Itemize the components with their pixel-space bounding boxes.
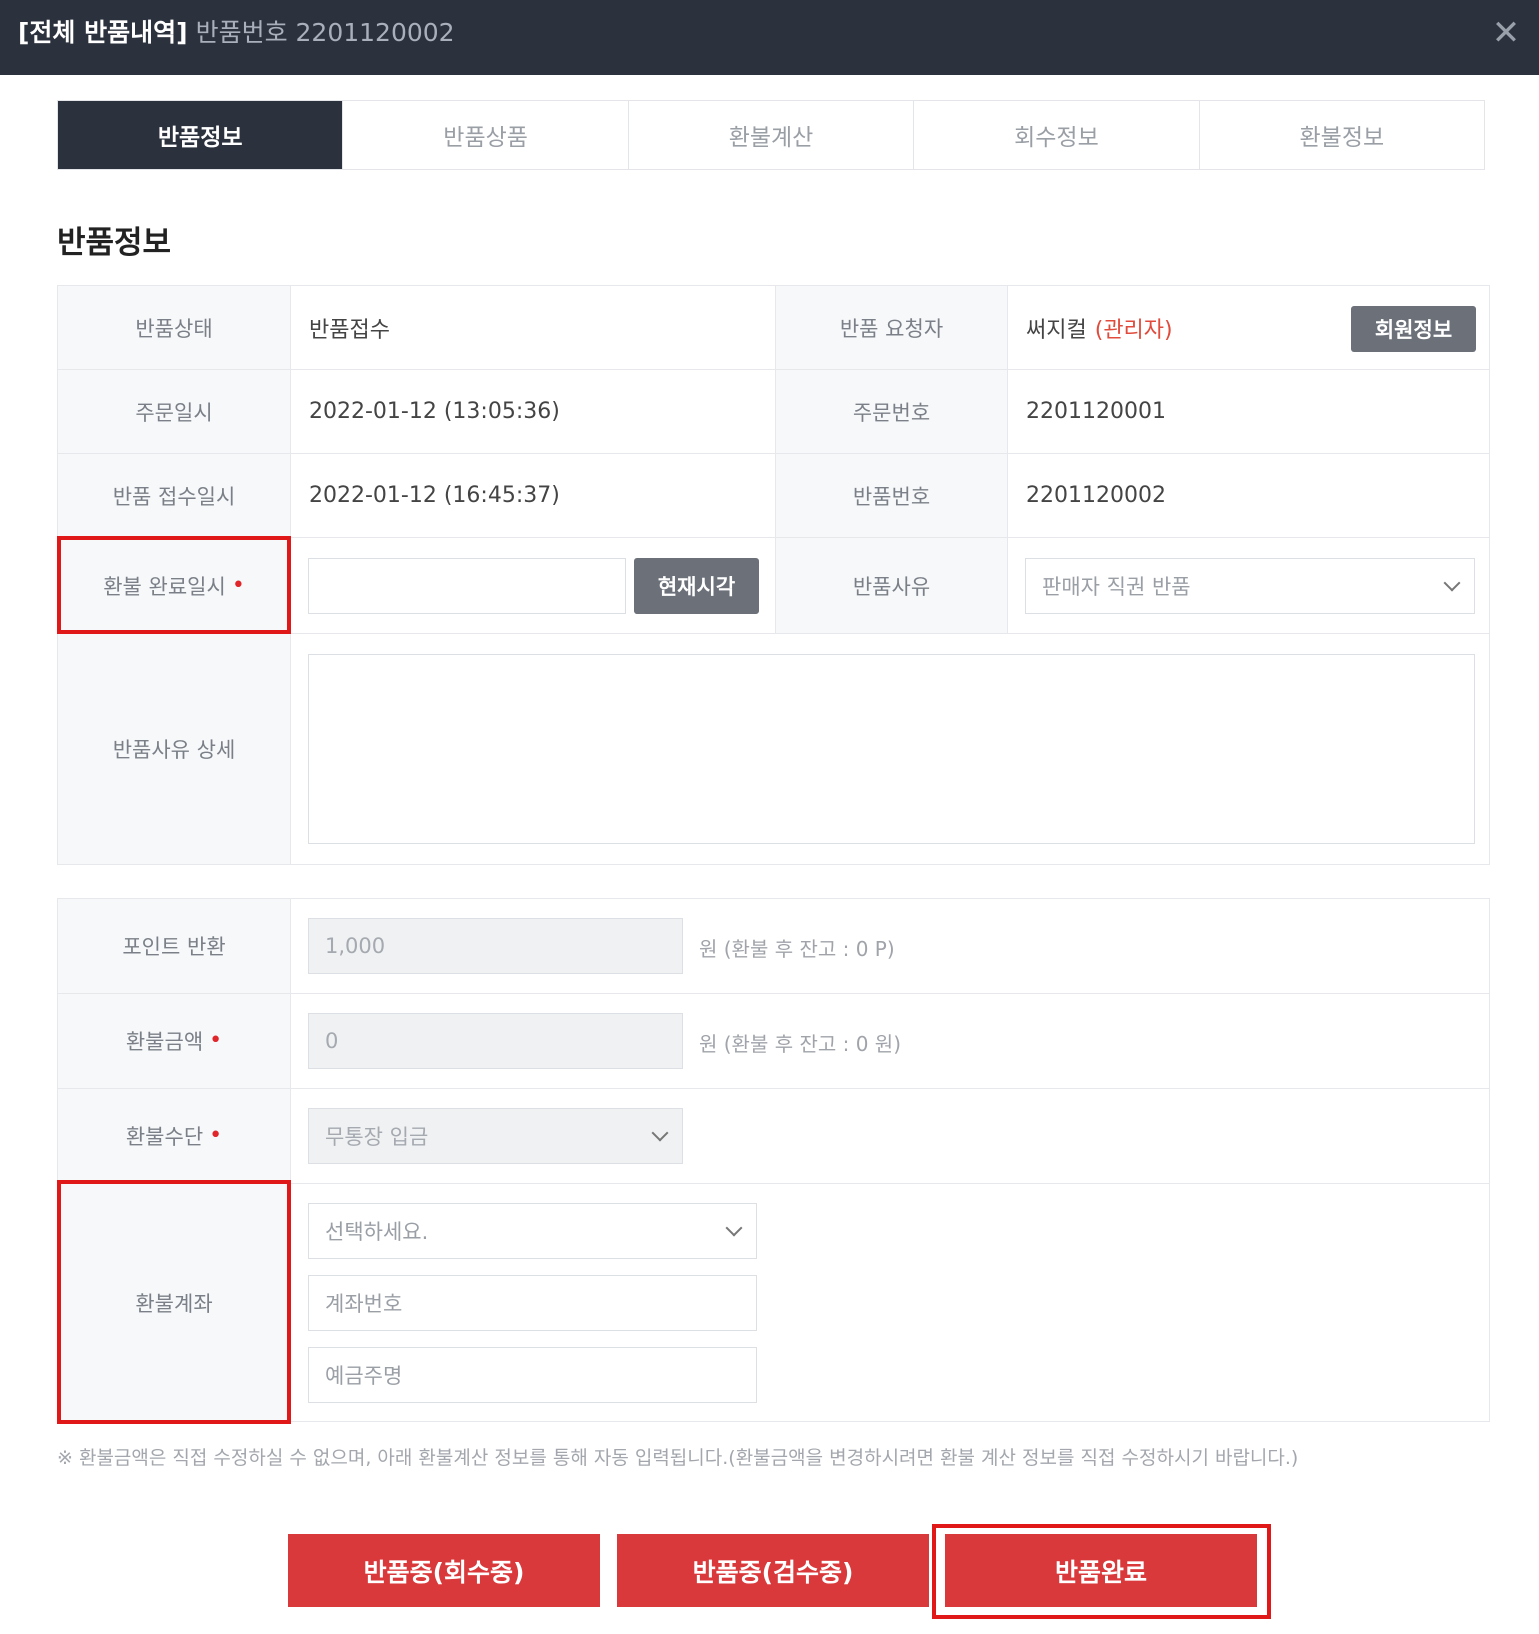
required-mark: •	[209, 1123, 223, 1148]
point-return-hint: 원 (환불 후 잔고 : 0 P)	[699, 937, 895, 961]
title-return-number: 반품번호 2201120002	[195, 18, 455, 47]
refund-amount-label: 환불금액 •	[58, 994, 291, 1088]
refund-method-label-text: 환불수단	[125, 1125, 204, 1149]
order-number-label: 주문번호	[775, 370, 1008, 453]
tab-refund-calc[interactable]: 환불계산	[628, 101, 915, 169]
required-mark: •	[231, 572, 245, 598]
current-time-button[interactable]: 현재시각	[634, 558, 759, 614]
point-return-input[interactable]: 1,000	[308, 918, 683, 974]
section-title: 반품정보	[57, 225, 172, 261]
close-icon[interactable]: ✕	[1487, 14, 1525, 52]
tab-bar: 반품정보 반품상품 환불계산 회수정보 환불정보	[57, 100, 1485, 170]
refund-amount-label-text: 환불금액	[125, 1030, 204, 1054]
row-point: 포인트 반환 1,000 원 (환불 후 잔고 : 0 P)	[58, 899, 1489, 994]
return-info-table: 반품상태 반품접수 반품 요청자 써지컬 (관리자) 회원정보 주문일시 2022…	[57, 285, 1490, 865]
requester-role: (관리자)	[1094, 317, 1173, 343]
reason-label: 반품사유	[775, 538, 1008, 633]
requester-name: 써지컬	[1026, 317, 1087, 343]
member-info-button[interactable]: 회원정보	[1351, 306, 1476, 352]
refund-method-value: 무통장 입금	[325, 1125, 429, 1149]
return-number-label: 반품번호	[775, 454, 1008, 537]
row-reason-detail: 반품사유 상세	[58, 634, 1489, 864]
chevron-down-icon	[725, 1219, 743, 1237]
bank-select-placeholder: 선택하세요.	[325, 1220, 429, 1244]
refund-note: ※ 환불금액은 직접 수정하실 수 없으며, 아래 환불계산 정보를 통해 자동…	[57, 1447, 1299, 1469]
return-complete-button[interactable]: 반품완료	[945, 1534, 1257, 1607]
modal-title: [전체 반품내역] 반품번호 2201120002	[18, 18, 455, 48]
refund-table: 포인트 반환 1,000 원 (환불 후 잔고 : 0 P) 환불금액 • 0 원…	[57, 898, 1490, 1422]
row-account: 환불계좌 선택하세요. 계좌번호 예금주명	[58, 1184, 1489, 1421]
bank-select[interactable]: 선택하세요.	[308, 1203, 757, 1259]
order-date-label: 주문일시	[58, 370, 291, 453]
required-mark: •	[209, 1028, 223, 1053]
refund-account-label: 환불계좌	[58, 1184, 291, 1421]
row-order: 주문일시 2022-01-12 (13:05:36) 주문번호 22011200…	[58, 370, 1489, 454]
requester-label: 반품 요청자	[775, 286, 1008, 369]
refund-complete-label-text: 환불 완료일시	[103, 574, 226, 599]
refund-amount-hint: 원 (환불 후 잔고 : 0 원)	[699, 1032, 902, 1056]
inspecting-button[interactable]: 반품중(검수중)	[617, 1534, 929, 1607]
receipt-date-label: 반품 접수일시	[58, 454, 291, 537]
chevron-down-icon	[1443, 574, 1461, 592]
order-date-value: 2022-01-12 (13:05:36)	[309, 399, 560, 424]
order-number-value: 2201120001	[1026, 399, 1166, 424]
requester-value: 써지컬 (관리자)	[1026, 286, 1173, 369]
refund-complete-datetime-input[interactable]	[308, 558, 626, 614]
status-value: 반품접수	[309, 317, 390, 343]
point-return-label: 포인트 반환	[58, 899, 291, 993]
refund-method-label: 환불수단 •	[58, 1089, 291, 1183]
tab-refund-info[interactable]: 환불정보	[1199, 101, 1485, 169]
refund-method-select[interactable]: 무통장 입금	[308, 1108, 683, 1164]
receipt-date-value: 2022-01-12 (16:45:37)	[309, 483, 560, 508]
row-method: 환불수단 • 무통장 입금	[58, 1089, 1489, 1184]
refund-amount-input[interactable]: 0	[308, 1013, 683, 1069]
return-number-value: 2201120002	[1026, 483, 1166, 508]
tab-return-products[interactable]: 반품상품	[343, 101, 629, 169]
reason-detail-textarea[interactable]	[308, 654, 1475, 844]
status-label: 반품상태	[58, 286, 291, 369]
row-refund-complete: 환불 완료일시 • 현재시각 반품사유 판매자 직권 반품	[58, 538, 1489, 634]
row-amount: 환불금액 • 0 원 (환불 후 잔고 : 0 원)	[58, 994, 1489, 1089]
row-status: 반품상태 반품접수 반품 요청자 써지컬 (관리자) 회원정보	[58, 286, 1489, 370]
collecting-button[interactable]: 반품중(회수중)	[288, 1534, 600, 1607]
reason-select[interactable]: 판매자 직권 반품	[1025, 558, 1475, 614]
tab-return-info[interactable]: 반품정보	[58, 101, 344, 169]
row-receipt: 반품 접수일시 2022-01-12 (16:45:37) 반품번호 22011…	[58, 454, 1489, 538]
account-number-input[interactable]: 계좌번호	[308, 1275, 757, 1331]
modal-titlebar: [전체 반품내역] 반품번호 2201120002 ✕	[0, 0, 1539, 75]
account-holder-input[interactable]: 예금주명	[308, 1347, 757, 1403]
chevron-down-icon	[651, 1124, 669, 1142]
reason-detail-label: 반품사유 상세	[58, 634, 291, 864]
reason-select-value: 판매자 직권 반품	[1042, 575, 1191, 599]
title-category: [전체 반품내역]	[18, 18, 188, 47]
refund-complete-label: 환불 완료일시 •	[58, 538, 291, 633]
tab-collection-info[interactable]: 회수정보	[914, 101, 1200, 169]
